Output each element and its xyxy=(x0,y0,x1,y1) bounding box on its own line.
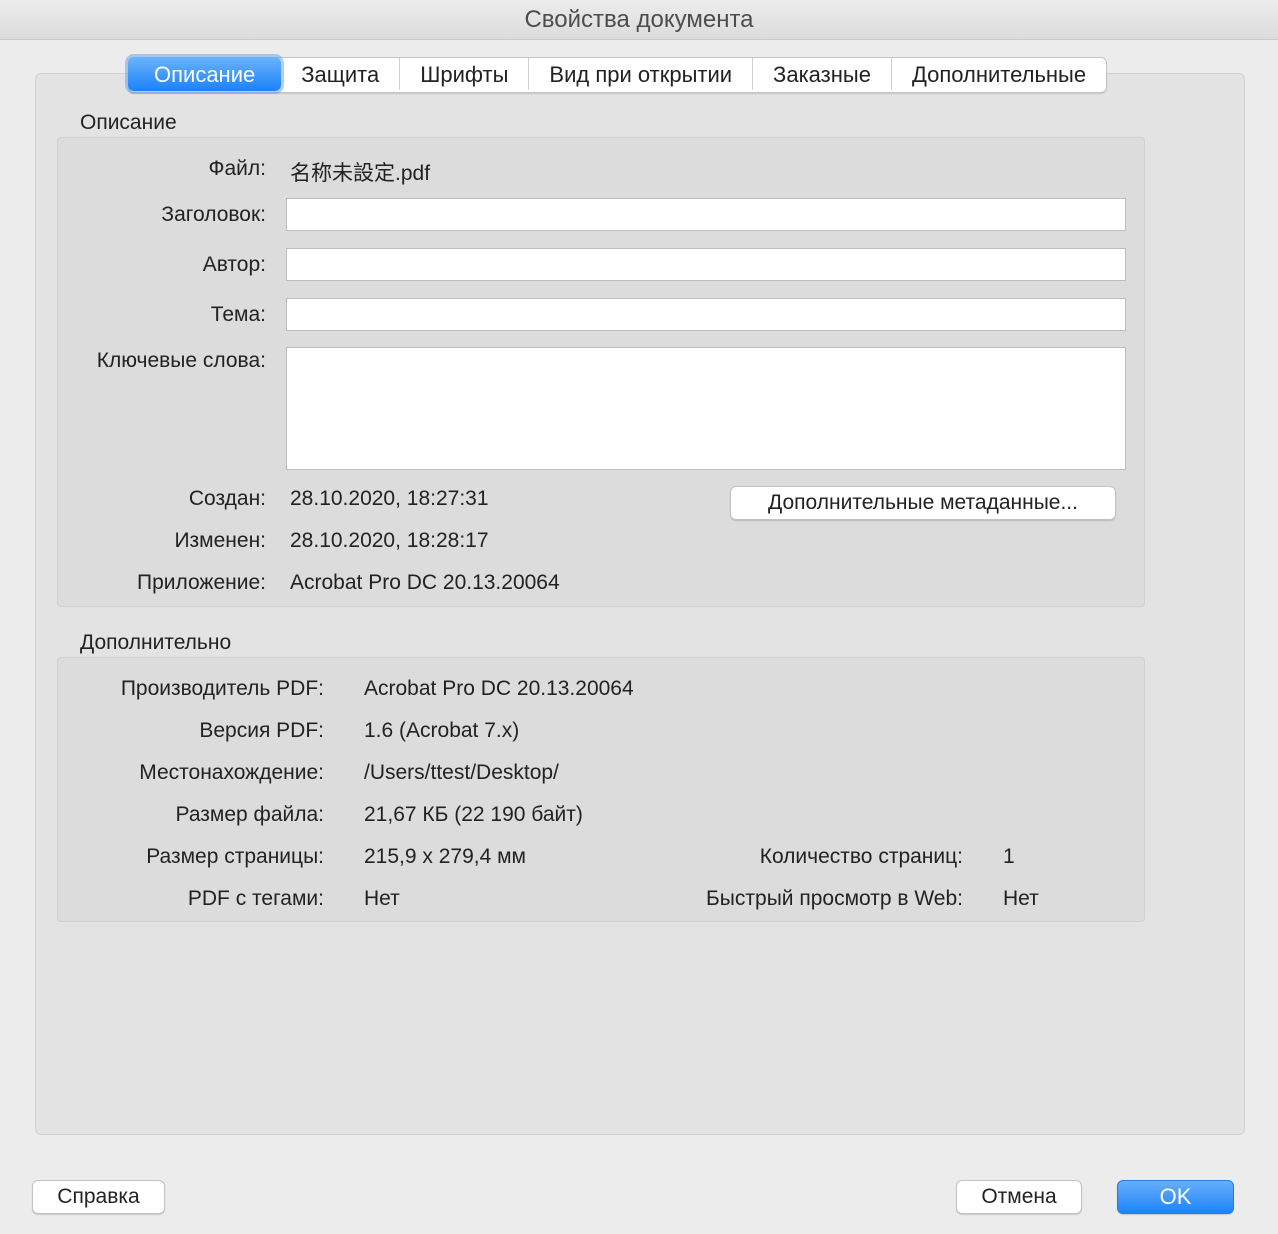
pdf-producer-label: Производитель PDF: xyxy=(120,677,324,700)
fast-web-view-value: Нет xyxy=(1003,887,1039,910)
modified-label: Изменен: xyxy=(174,529,266,552)
page-count-label: Количество страниц: xyxy=(759,845,963,868)
author-label: Автор: xyxy=(202,253,266,276)
created-value: 28.10.2020, 18:27:31 xyxy=(290,487,489,510)
page-size-value: 215,9 x 279,4 мм xyxy=(364,845,526,868)
page-size-label: Размер страницы: xyxy=(146,845,324,868)
tagged-pdf-value: Нет xyxy=(364,887,400,910)
modified-value: 28.10.2020, 18:28:17 xyxy=(290,529,489,552)
file-label: Файл: xyxy=(208,157,266,180)
application-label: Приложение: xyxy=(136,571,266,594)
file-size-value: 21,67 КБ (22 190 байт) xyxy=(364,803,583,826)
pdf-version-label: Версия PDF: xyxy=(199,719,324,742)
window-title: Свойства документа xyxy=(0,0,1278,40)
tab-advanced[interactable]: Дополнительные xyxy=(890,58,1106,90)
title-input[interactable] xyxy=(286,198,1126,231)
location-value: /Users/ttest/Desktop/ xyxy=(364,761,559,784)
tab-description[interactable]: Описание xyxy=(128,57,282,91)
created-label: Создан: xyxy=(188,487,266,510)
subject-label: Тема: xyxy=(210,303,266,326)
advanced-section-title: Дополнительно xyxy=(80,631,232,654)
help-button[interactable]: Справка xyxy=(32,1180,165,1214)
application-value: Acrobat Pro DC 20.13.20064 xyxy=(290,571,560,594)
title-label: Заголовок: xyxy=(161,203,266,226)
tab-custom[interactable]: Заказные xyxy=(752,58,891,90)
description-section-title: Описание xyxy=(80,111,177,134)
keywords-label: Ключевые слова: xyxy=(96,349,266,372)
tab-security[interactable]: Защита xyxy=(281,58,399,90)
file-size-label: Размер файла: xyxy=(175,803,324,826)
fast-web-view-label: Быстрый просмотр в Web: xyxy=(706,887,963,910)
author-input[interactable] xyxy=(286,248,1126,281)
tab-bar: Описание Защита Шрифты Вид при открытии … xyxy=(128,57,1108,93)
subject-input[interactable] xyxy=(286,298,1126,331)
tab-initial-view[interactable]: Вид при открытии xyxy=(528,58,752,90)
location-label: Местонахождение: xyxy=(139,761,324,784)
more-metadata-button[interactable]: Дополнительные метаданные... xyxy=(730,486,1116,520)
pdf-version-value: 1.6 (Acrobat 7.x) xyxy=(364,719,520,742)
page-count-value: 1 xyxy=(1003,845,1015,868)
file-value: 名称未設定.pdf xyxy=(290,162,431,185)
keywords-textarea[interactable] xyxy=(286,347,1126,470)
cancel-button[interactable]: Отмена xyxy=(956,1180,1082,1214)
tagged-pdf-label: PDF с тегами: xyxy=(187,887,324,910)
ok-button[interactable]: OK xyxy=(1117,1180,1234,1214)
pdf-producer-value: Acrobat Pro DC 20.13.20064 xyxy=(364,677,634,700)
tab-fonts[interactable]: Шрифты xyxy=(399,58,528,90)
